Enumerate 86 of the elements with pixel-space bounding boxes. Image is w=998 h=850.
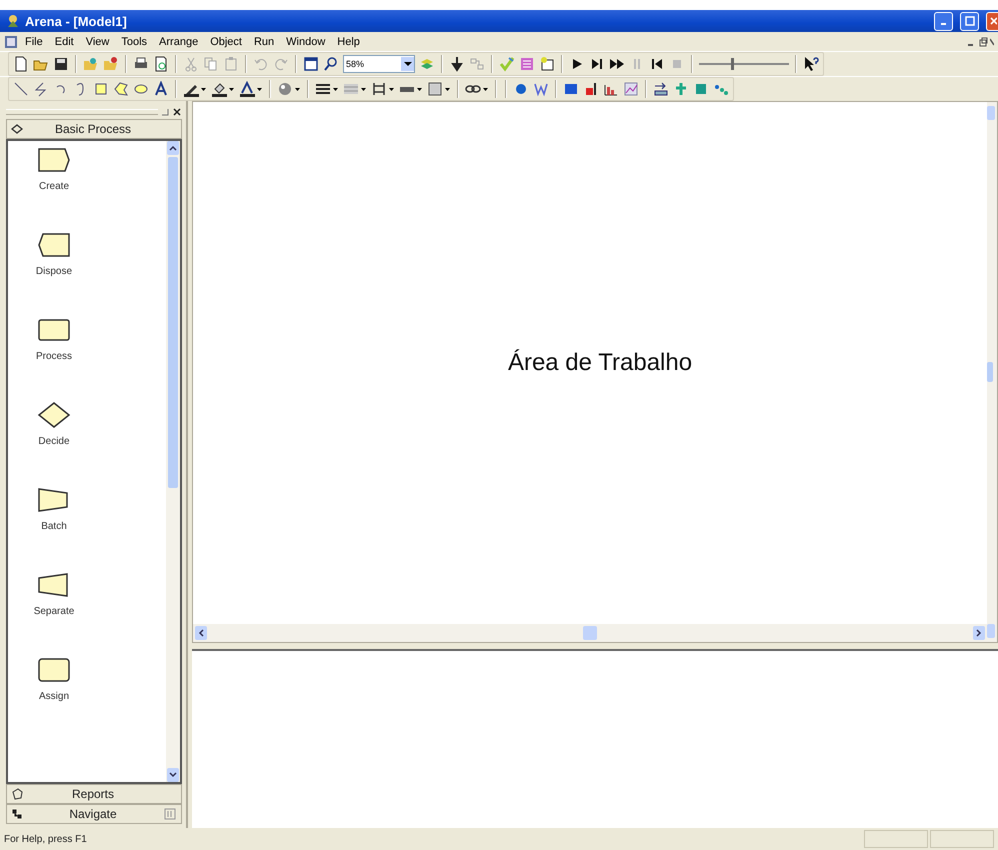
polyline-icon[interactable]	[33, 81, 49, 97]
module-label: Decide	[38, 436, 70, 447]
maximize-icon	[964, 16, 974, 26]
zoom-field[interactable]: 58%	[343, 55, 415, 73]
canvas-label: Área de Trabalho	[506, 349, 692, 377]
diamond-icon	[11, 124, 23, 134]
fill-pattern-icon[interactable]	[427, 81, 451, 97]
module-icon[interactable]	[37, 147, 71, 173]
check-icon[interactable]	[499, 56, 515, 72]
scroll-thumb[interactable]	[987, 362, 993, 382]
module-label: Separate	[34, 606, 74, 617]
palette-section-header[interactable]: Basic Process	[6, 119, 182, 139]
cube-icon	[11, 788, 23, 800]
status-text: For Help, press F1	[4, 834, 88, 844]
rectangle-icon[interactable]	[93, 81, 109, 97]
polygon-icon[interactable]	[113, 81, 129, 97]
module-icon[interactable]	[37, 317, 71, 343]
station-icon[interactable]	[693, 81, 709, 97]
tree-icon	[11, 808, 23, 820]
print-preview-icon[interactable]	[153, 56, 169, 72]
vertical-scrollbar[interactable]	[166, 141, 180, 782]
chevron-left-icon[interactable]	[198, 629, 204, 637]
menu-item[interactable]: Tools	[116, 34, 152, 48]
menu-item[interactable]: Arrange	[154, 34, 204, 48]
module-icon[interactable]	[37, 487, 71, 513]
globe-icon[interactable]	[513, 81, 529, 97]
module-label: Process	[36, 351, 72, 362]
close-button[interactable]	[986, 12, 998, 30]
monitor-icon[interactable]	[563, 81, 579, 97]
module-icon[interactable]	[37, 232, 71, 258]
vertical-scrollbar[interactable]	[987, 102, 997, 642]
palette-section-header[interactable]: Navigate	[6, 804, 182, 824]
module-icon[interactable]	[37, 402, 71, 428]
chevron-down-icon[interactable]	[169, 772, 177, 778]
text-icon[interactable]	[153, 81, 169, 97]
menu-item[interactable]: Window	[281, 34, 330, 48]
module-icon[interactable]	[37, 572, 71, 598]
text-color-icon[interactable]	[239, 81, 263, 97]
menu-item[interactable]: Help	[332, 34, 365, 48]
restore-icon[interactable]	[978, 36, 988, 46]
line-chart-icon[interactable]	[623, 81, 639, 97]
maximize-button[interactable]	[960, 12, 979, 30]
w-icon[interactable]	[533, 81, 549, 97]
window-icon[interactable]	[303, 56, 319, 72]
palette-section-header[interactable]: Reports	[6, 784, 182, 804]
help-pointer-icon[interactable]	[803, 56, 819, 72]
speed-slider[interactable]	[699, 56, 789, 72]
module-label: Dispose	[36, 266, 72, 277]
horizontal-scrollbar[interactable]	[193, 624, 987, 642]
bar-chart-icon[interactable]	[583, 81, 599, 97]
fast-forward-icon[interactable]	[609, 56, 625, 72]
save-icon[interactable]	[53, 56, 69, 72]
scroll-thumb[interactable]	[583, 626, 597, 640]
module-label: Assign	[38, 691, 69, 702]
zoom-icon[interactable]	[323, 56, 339, 72]
status-pane	[864, 830, 928, 848]
menu-item[interactable]: File	[20, 34, 48, 48]
menu-item[interactable]: Run	[248, 34, 280, 48]
caret-icon	[404, 61, 412, 67]
module-label: Batch	[41, 521, 67, 532]
module-icon[interactable]	[37, 657, 71, 683]
step-icon[interactable]	[589, 56, 605, 72]
chevron-up-icon[interactable]	[169, 145, 177, 151]
note-icon[interactable]	[539, 56, 555, 72]
down-arrow-icon[interactable]	[449, 56, 465, 72]
menu-item[interactable]: View	[80, 34, 114, 48]
minimize-button[interactable]	[934, 12, 953, 30]
line-style-icon[interactable]	[315, 81, 339, 97]
menu-item[interactable]: Edit	[50, 34, 79, 48]
palette-icon[interactable]	[277, 81, 301, 97]
scroll-thumb[interactable]	[168, 157, 178, 488]
window-title: Arena - [Model1]	[25, 14, 128, 28]
folder-icon[interactable]	[103, 56, 119, 72]
fill-color-icon[interactable]	[211, 81, 235, 97]
rewind-icon[interactable]	[649, 56, 665, 72]
new-document-icon[interactable]	[13, 56, 29, 72]
dock-icon[interactable]	[160, 107, 170, 117]
transfer-icon[interactable]	[653, 81, 669, 97]
menu-item[interactable]: Object	[205, 34, 247, 48]
module-label: Create	[38, 181, 69, 192]
line-icon[interactable]	[13, 81, 29, 97]
status-pane	[930, 830, 994, 848]
chevron-right-icon[interactable]	[976, 629, 982, 637]
document-icon[interactable]	[4, 34, 18, 48]
app-icon	[6, 14, 20, 28]
arrow-style-icon[interactable]	[371, 81, 395, 97]
